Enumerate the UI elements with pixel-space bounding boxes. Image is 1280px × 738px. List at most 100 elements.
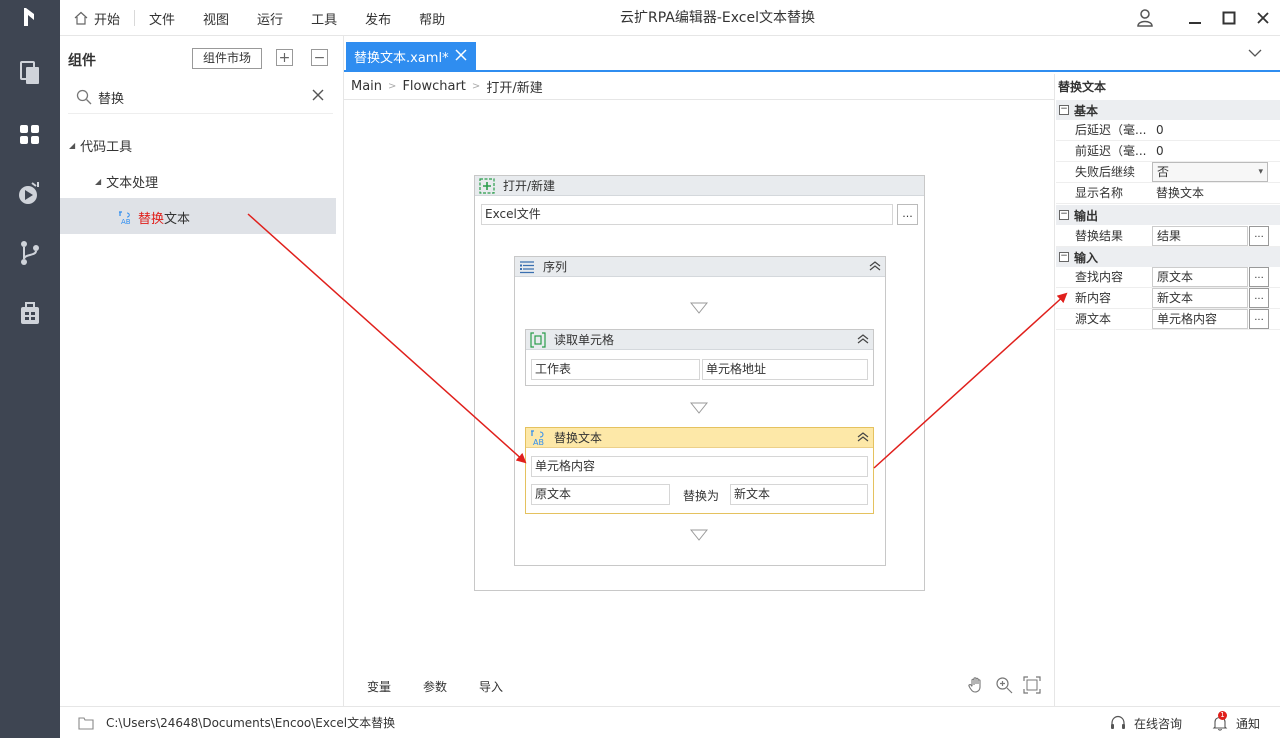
breadcrumb-separator-icon: >	[388, 81, 397, 92]
activity-open-new[interactable]: 打开/新建 Excel文件 ... 序列 读取单元格 工作表 单元格地址 AB …	[474, 175, 925, 591]
collapse-chevron-icon[interactable]	[857, 333, 869, 345]
tree-node-code-tools[interactable]: ◢ 代码工具	[69, 136, 132, 155]
collapse-section-icon[interactable]: −	[1059, 105, 1069, 115]
breadcrumb-open-new[interactable]: 打开/新建	[486, 77, 542, 96]
collapse-chevron-icon[interactable]	[869, 260, 881, 272]
section-label: 基本	[1074, 103, 1099, 118]
tab-arguments[interactable]: 参数	[423, 678, 447, 695]
menu-home[interactable]: 开始	[60, 0, 134, 36]
prop-value-display-name[interactable]: 替换文本	[1152, 183, 1204, 203]
section-input[interactable]: − 输入	[1056, 247, 1280, 267]
collapse-section-icon[interactable]: −	[1059, 210, 1069, 220]
activity-title: 读取单元格	[554, 333, 615, 347]
activity-title: 替换文本	[554, 431, 603, 445]
component-market-button[interactable]: 组件市场	[192, 48, 262, 69]
menu-publish[interactable]: 发布	[351, 0, 405, 36]
excel-file-field[interactable]: Excel文件	[481, 204, 893, 225]
project-path: C:\Users\24648\Documents\Encoo\Excel文本替换	[106, 716, 396, 730]
package-icon	[21, 302, 39, 324]
menu-help[interactable]: 帮助	[405, 0, 459, 36]
source-expression-button[interactable]: ...	[1249, 309, 1269, 329]
search-input[interactable]	[98, 87, 298, 107]
activity-header: 序列	[515, 257, 885, 277]
workflow-canvas[interactable]: 打开/新建 Excel文件 ... 序列 读取单元格 工作表 单元格地址 AB …	[344, 100, 1054, 706]
find-text-field[interactable]: 原文本	[531, 484, 670, 505]
close-tab-icon[interactable]	[454, 48, 468, 62]
source-text-field[interactable]: 单元格内容	[531, 456, 868, 477]
notify-label: 通知	[1236, 716, 1261, 731]
editor-tab-strip: 替换文本.xaml*	[344, 36, 1280, 72]
clear-search-icon[interactable]	[311, 88, 325, 102]
close-icon	[1257, 12, 1269, 24]
cell-address-field[interactable]: 单元格地址	[702, 359, 868, 380]
select-value: 否	[1157, 165, 1170, 179]
notifications-button[interactable]: 1 通知	[1212, 707, 1260, 738]
zoom-button[interactable]	[994, 675, 1014, 695]
prop-value-find[interactable]: 原文本	[1152, 267, 1248, 287]
menu-file[interactable]: 文件	[135, 0, 189, 36]
drop-target-icon[interactable]	[690, 402, 708, 414]
section-output[interactable]: − 输出	[1056, 205, 1280, 225]
prop-label: 失败后继续	[1075, 165, 1136, 179]
menu-run[interactable]: 运行	[243, 0, 297, 36]
prop-value-new[interactable]: 新文本	[1152, 288, 1248, 308]
tree-item-replace-text[interactable]: AB 替换 文本	[118, 208, 190, 227]
fit-to-screen-button[interactable]	[1022, 675, 1042, 695]
tab-imports[interactable]: 导入	[479, 678, 503, 695]
rail-components-button[interactable]	[15, 120, 45, 150]
tree-node-label: 代码工具	[80, 140, 133, 155]
continue-on-error-select[interactable]: 否 ▾	[1152, 162, 1268, 182]
menu-view[interactable]: 视图	[189, 0, 243, 36]
activity-read-cell[interactable]: 读取单元格 工作表 单元格地址	[525, 329, 874, 386]
zoom-in-icon	[996, 677, 1013, 694]
result-expression-button[interactable]: ...	[1249, 226, 1269, 246]
collapse-chevron-icon[interactable]	[857, 431, 869, 443]
prop-row-delay-after: 后延迟（毫... 0	[1056, 120, 1280, 141]
pan-button[interactable]	[966, 675, 986, 695]
collapse-section-icon[interactable]: −	[1059, 252, 1069, 262]
browse-file-button[interactable]: ...	[897, 204, 918, 225]
app-logo-icon	[24, 8, 34, 26]
sheet-field[interactable]: 工作表	[531, 359, 700, 380]
components-title: 组件	[68, 53, 96, 69]
section-basic[interactable]: − 基本	[1056, 100, 1280, 120]
activity-sequence[interactable]: 序列 读取单元格 工作表 单元格地址 AB 替换文本 单元格内容 原文本 替换为…	[514, 256, 886, 566]
svg-text:AB: AB	[121, 218, 131, 225]
fit-screen-icon	[1023, 676, 1041, 694]
user-icon	[1137, 9, 1153, 27]
maximize-icon	[1222, 11, 1236, 25]
prop-label: 显示名称	[1075, 186, 1124, 200]
breadcrumb-main[interactable]: Main	[351, 79, 382, 94]
drop-target-icon[interactable]	[690, 529, 708, 541]
prop-value-result[interactable]: 结果	[1152, 226, 1248, 246]
maximize-button[interactable]	[1212, 0, 1246, 36]
section-label: 输入	[1074, 250, 1099, 265]
new-expression-button[interactable]: ...	[1249, 288, 1269, 308]
close-window-button[interactable]	[1246, 0, 1280, 36]
expand-all-button[interactable]: +	[276, 49, 293, 66]
rail-debug-button[interactable]	[15, 178, 45, 208]
online-consult-button[interactable]: 在线咨询	[1110, 707, 1182, 738]
tree-selection-highlight	[60, 198, 336, 234]
prop-value-delay-before[interactable]: 0	[1152, 141, 1164, 161]
new-text-field[interactable]: 新文本	[730, 484, 868, 505]
tree-node-text-processing[interactable]: ◢ 文本处理	[95, 172, 158, 191]
activity-replace-text[interactable]: AB 替换文本 单元格内容 原文本 替换为 新文本	[525, 427, 874, 514]
minimize-button[interactable]	[1178, 0, 1212, 36]
collapse-all-button[interactable]: −	[311, 49, 328, 66]
rail-version-button[interactable]	[15, 238, 45, 268]
drop-target-icon[interactable]	[690, 302, 708, 314]
replace-text-icon: AB	[119, 210, 131, 225]
user-account-button[interactable]	[1128, 0, 1162, 36]
rail-documents-button[interactable]	[15, 58, 45, 88]
breadcrumb-flowchart[interactable]: Flowchart	[402, 79, 465, 94]
status-bar: C:\Users\24648\Documents\Encoo\Excel文本替换…	[60, 706, 1280, 738]
tab-variables[interactable]: 变量	[367, 678, 391, 695]
chevron-down-icon[interactable]	[1248, 48, 1262, 58]
rail-package-button[interactable]	[15, 298, 45, 328]
find-expression-button[interactable]: ...	[1249, 267, 1269, 287]
menu-tools[interactable]: 工具	[297, 0, 351, 36]
tab-replace-text-xaml[interactable]: 替换文本.xaml*	[346, 42, 476, 70]
prop-value-delay-after[interactable]: 0	[1152, 120, 1164, 140]
prop-value-source[interactable]: 单元格内容	[1152, 309, 1248, 329]
